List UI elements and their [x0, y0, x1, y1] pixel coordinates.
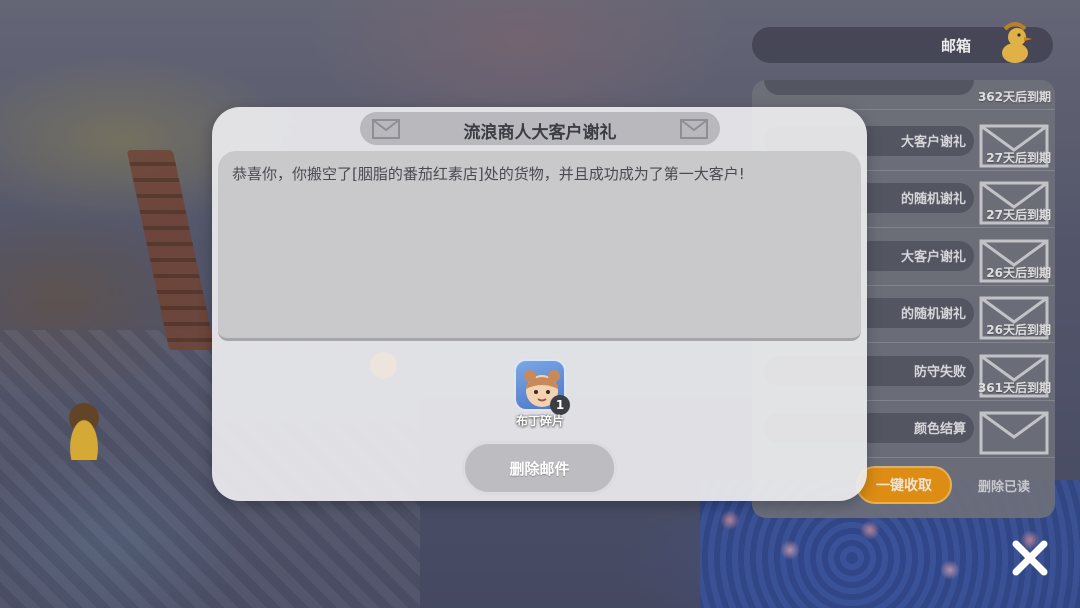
mail-body-text: 恭喜你，你搬空了[胭脂的番茄红素店]处的货物，并且成功成为了第一大客户!	[232, 165, 745, 183]
mail-body: 恭喜你，你搬空了[胭脂的番茄红素店]处的货物，并且成功成为了第一大客户!	[218, 151, 861, 341]
envelope-icon	[680, 119, 708, 139]
dialog-title-bar: 流浪商人大客户谢礼	[360, 112, 720, 145]
dialog-title: 流浪商人大客户谢礼	[463, 123, 617, 143]
reward-item[interactable]: 1 布丁碎片	[510, 359, 570, 431]
delete-mail-button[interactable]: 删除邮件	[462, 441, 617, 495]
close-x-icon[interactable]	[1008, 536, 1052, 580]
mail-detail-dialog: 流浪商人大客户谢礼 恭喜你，你搬空了[胭脂的番茄红素店]处的货物，并且成功成为了…	[212, 107, 867, 501]
reward-name: 布丁碎片	[515, 414, 564, 428]
